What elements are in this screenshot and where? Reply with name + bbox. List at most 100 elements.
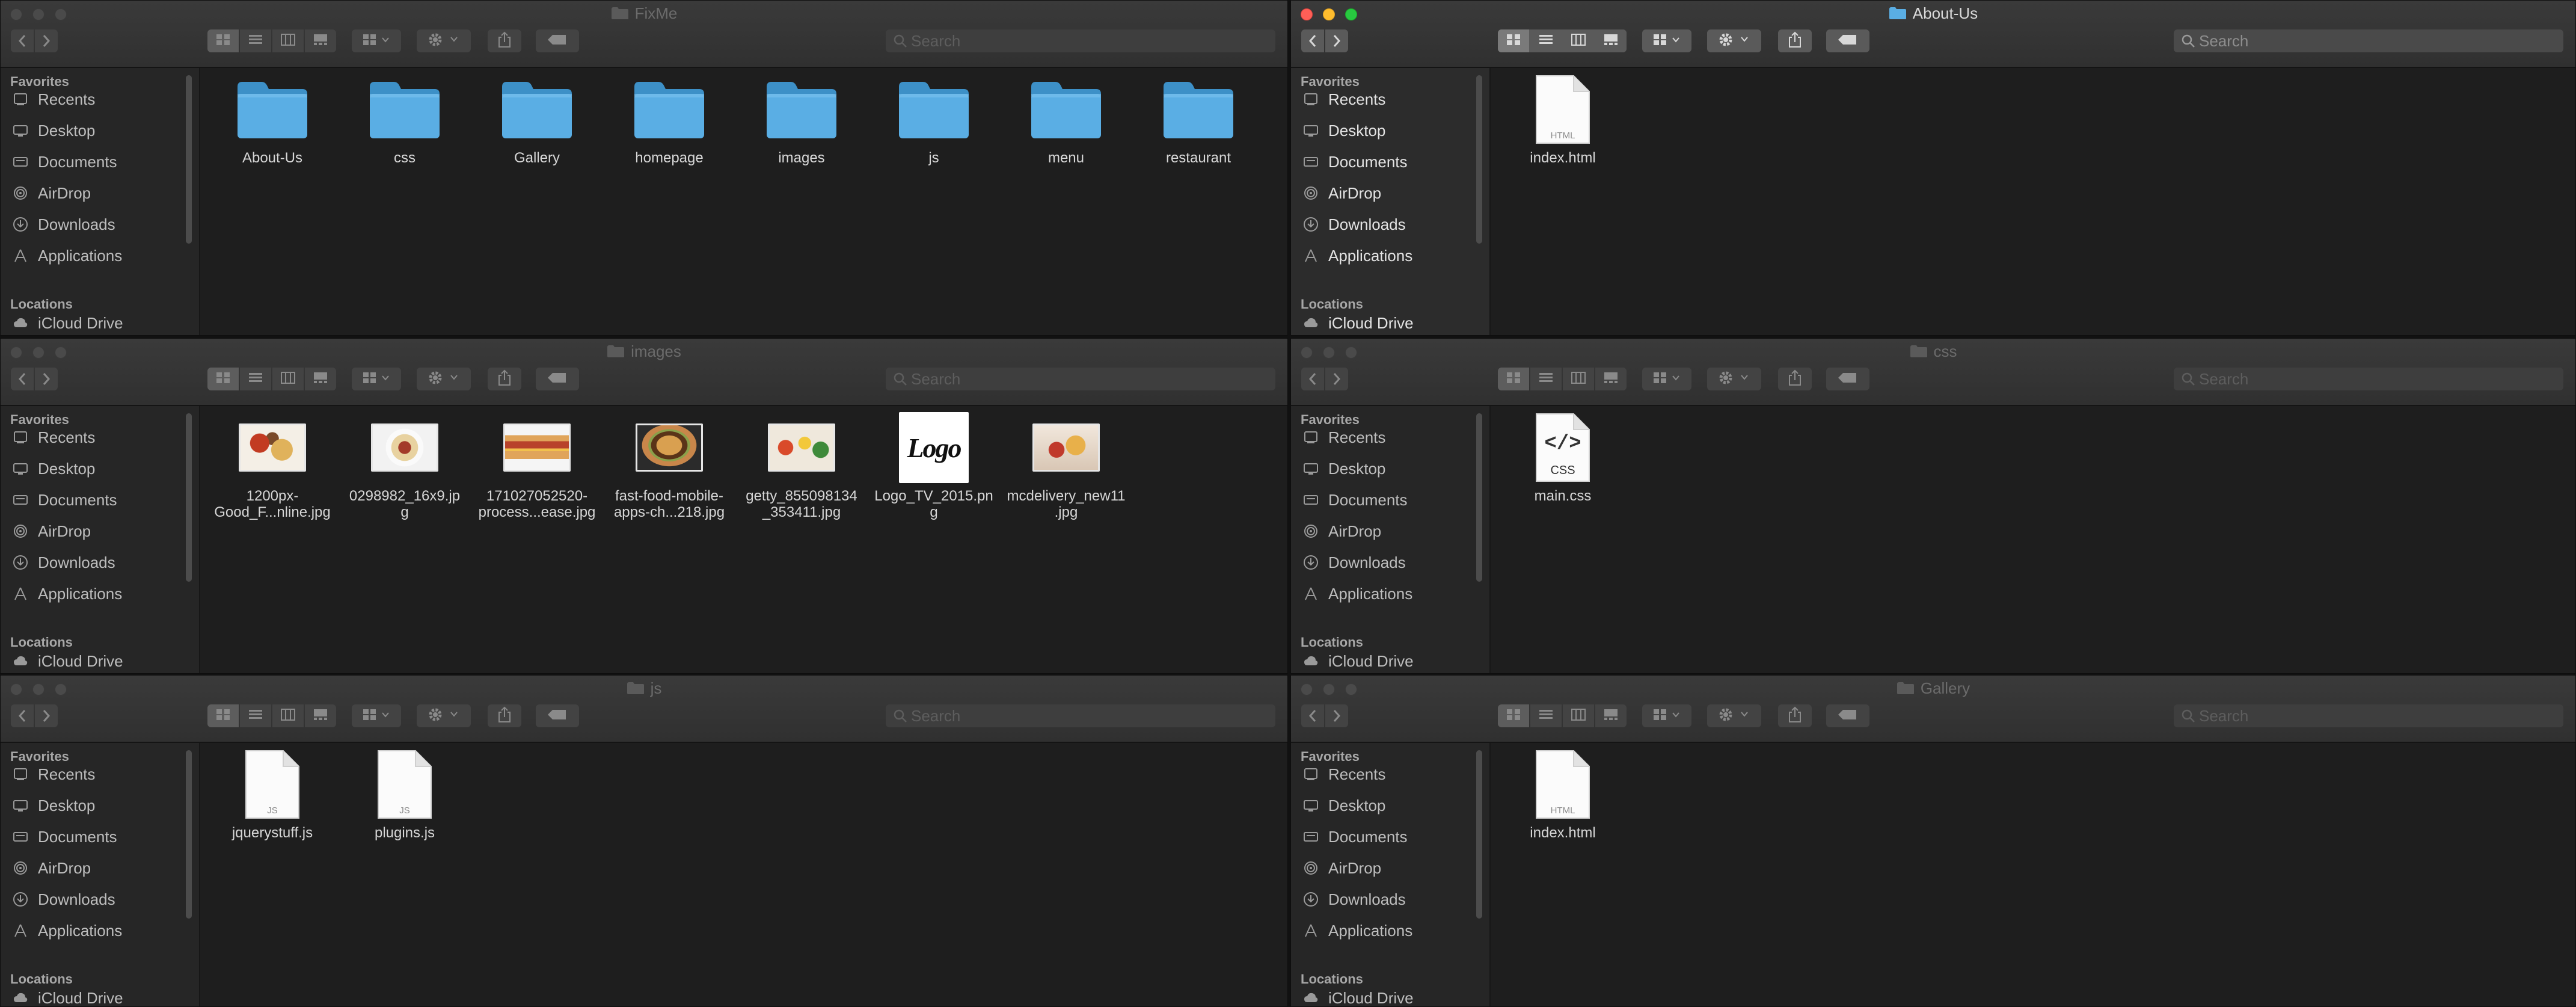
title-bar[interactable]: css Search bbox=[1291, 339, 2575, 406]
list-view-button[interactable] bbox=[240, 704, 271, 727]
gallery-view-button[interactable] bbox=[305, 29, 336, 52]
sidebar-item-recents[interactable]: Recents bbox=[11, 422, 95, 453]
back-button[interactable] bbox=[11, 368, 34, 390]
file-item[interactable]: 0298982_16x9.jp g bbox=[345, 408, 465, 520]
file-browser-content[interactable]: JS jquerystuff.js JS plugins.js bbox=[200, 743, 1287, 1006]
file-item[interactable]: js bbox=[874, 70, 994, 166]
action-button[interactable] bbox=[1707, 29, 1761, 52]
share-button[interactable] bbox=[1778, 368, 1812, 390]
sidebar-item-documents[interactable]: Documents bbox=[11, 146, 117, 177]
finder-window-images[interactable]: images Search Favorites Recents Desktop Docum… bbox=[0, 338, 1288, 674]
search-field[interactable]: Search bbox=[2174, 368, 2563, 390]
share-button[interactable] bbox=[1778, 704, 1812, 727]
share-button[interactable] bbox=[488, 704, 521, 727]
title-bar[interactable]: js Search bbox=[1, 676, 1287, 743]
sidebar-scrollbar[interactable] bbox=[186, 413, 192, 582]
sidebar-item-airdrop[interactable]: AirDrop bbox=[1302, 852, 1381, 884]
file-browser-content[interactable]: </> CSS main.css bbox=[1491, 406, 2575, 673]
sidebar-item-desktop[interactable]: Desktop bbox=[11, 790, 95, 821]
forward-button[interactable] bbox=[1325, 368, 1348, 390]
icon-view-button[interactable] bbox=[1498, 704, 1529, 727]
column-view-button[interactable] bbox=[272, 368, 304, 390]
icon-view-button[interactable] bbox=[207, 704, 239, 727]
finder-window-css[interactable]: css Search Favorites Recents Desktop Document… bbox=[1290, 338, 2576, 674]
sidebar-item-airdrop[interactable]: AirDrop bbox=[1302, 177, 1381, 209]
sidebar-item-recents[interactable]: Recents bbox=[1302, 759, 1385, 790]
sidebar-item-applications[interactable]: Applications bbox=[1302, 915, 1412, 946]
group-by-button[interactable] bbox=[352, 29, 401, 52]
sidebar-item-airdrop[interactable]: AirDrop bbox=[11, 852, 91, 884]
sidebar-item-icloud-drive[interactable]: iCloud Drive bbox=[11, 307, 123, 335]
search-field[interactable]: Search bbox=[886, 368, 1275, 390]
sidebar-item-downloads[interactable]: Downloads bbox=[1302, 884, 1406, 915]
sidebar-item-applications[interactable]: Applications bbox=[11, 240, 122, 271]
sidebar-item-applications[interactable]: Applications bbox=[1302, 240, 1412, 271]
sidebar-item-downloads[interactable]: Downloads bbox=[1302, 209, 1406, 240]
sidebar-scrollbar[interactable] bbox=[186, 75, 192, 244]
sidebar-item-recents[interactable]: Recents bbox=[1302, 84, 1385, 115]
file-item[interactable]: fast-food-mobile- apps-ch...218.jpg bbox=[609, 408, 729, 520]
sidebar-item-documents[interactable]: Documents bbox=[1302, 146, 1408, 177]
title-bar[interactable]: images Search bbox=[1, 339, 1287, 406]
search-field[interactable]: Search bbox=[2174, 704, 2563, 727]
gallery-view-button[interactable] bbox=[305, 368, 336, 390]
tag-button[interactable] bbox=[536, 704, 579, 727]
back-button[interactable] bbox=[11, 29, 34, 52]
share-button[interactable] bbox=[488, 29, 521, 52]
search-field[interactable]: Search bbox=[886, 704, 1275, 727]
group-by-button[interactable] bbox=[352, 368, 401, 390]
file-item[interactable]: About-Us bbox=[212, 70, 333, 166]
sidebar-item-icloud-drive[interactable]: iCloud Drive bbox=[11, 982, 123, 1006]
file-item[interactable]: mcdelivery_new11 .jpg bbox=[1006, 408, 1126, 520]
sidebar-item-desktop[interactable]: Desktop bbox=[11, 453, 95, 484]
back-button[interactable] bbox=[11, 704, 34, 727]
file-item[interactable]: restaurant bbox=[1138, 70, 1259, 166]
sidebar-item-desktop[interactable]: Desktop bbox=[1302, 453, 1385, 484]
sidebar-item-recents[interactable]: Recents bbox=[11, 759, 95, 790]
file-item[interactable]: images bbox=[741, 70, 862, 166]
file-item[interactable]: css bbox=[345, 70, 465, 166]
sidebar-item-applications[interactable]: Applications bbox=[1302, 578, 1412, 609]
search-field[interactable]: Search bbox=[2174, 29, 2563, 52]
file-item[interactable]: homepage bbox=[609, 70, 729, 166]
title-bar[interactable]: FixMe Search bbox=[1, 1, 1287, 68]
sidebar-item-downloads[interactable]: Downloads bbox=[1302, 547, 1406, 578]
action-button[interactable] bbox=[417, 368, 471, 390]
file-browser-content[interactable]: 1200px- Good_F...nline.jpg 0298982_16x9.j… bbox=[200, 406, 1287, 673]
sidebar-item-airdrop[interactable]: AirDrop bbox=[11, 177, 91, 209]
share-button[interactable] bbox=[488, 368, 521, 390]
sidebar-item-recents[interactable]: Recents bbox=[11, 84, 95, 115]
gallery-view-button[interactable] bbox=[305, 704, 336, 727]
sidebar-item-downloads[interactable]: Downloads bbox=[11, 209, 115, 240]
forward-button[interactable] bbox=[35, 368, 58, 390]
sidebar-item-desktop[interactable]: Desktop bbox=[1302, 115, 1385, 146]
finder-window-js[interactable]: js Search Favorites Recents Desktop Documents… bbox=[0, 675, 1288, 1007]
column-view-button[interactable] bbox=[272, 704, 304, 727]
file-browser-content[interactable]: HTML index.html bbox=[1491, 68, 2575, 335]
sidebar-item-documents[interactable]: Documents bbox=[11, 484, 117, 516]
file-item[interactable]: 1200px- Good_F...nline.jpg bbox=[212, 408, 333, 520]
icon-view-button[interactable] bbox=[1498, 29, 1529, 52]
sidebar-item-desktop[interactable]: Desktop bbox=[11, 115, 95, 146]
back-button[interactable] bbox=[1301, 368, 1324, 390]
tag-button[interactable] bbox=[1826, 368, 1869, 390]
file-item[interactable]: Gallery bbox=[477, 70, 597, 166]
column-view-button[interactable] bbox=[1563, 368, 1594, 390]
gallery-view-button[interactable] bbox=[1595, 29, 1627, 52]
forward-button[interactable] bbox=[35, 704, 58, 727]
finder-window-about-us[interactable]: About-Us Search Favorites Recents Desktop Doc… bbox=[1290, 0, 2576, 336]
file-item[interactable]: HTML index.html bbox=[1503, 70, 1623, 166]
back-button[interactable] bbox=[1301, 29, 1324, 52]
sidebar-item-icloud-drive[interactable]: iCloud Drive bbox=[1302, 982, 1414, 1006]
gallery-view-button[interactable] bbox=[1595, 368, 1627, 390]
list-view-button[interactable] bbox=[240, 368, 271, 390]
sidebar-scrollbar[interactable] bbox=[1476, 75, 1482, 244]
icon-view-button[interactable] bbox=[207, 29, 239, 52]
group-by-button[interactable] bbox=[1642, 704, 1691, 727]
group-by-button[interactable] bbox=[1642, 29, 1691, 52]
tag-button[interactable] bbox=[1826, 704, 1869, 727]
forward-button[interactable] bbox=[35, 29, 58, 52]
action-button[interactable] bbox=[1707, 368, 1761, 390]
sidebar-item-airdrop[interactable]: AirDrop bbox=[11, 516, 91, 547]
tag-button[interactable] bbox=[536, 29, 579, 52]
